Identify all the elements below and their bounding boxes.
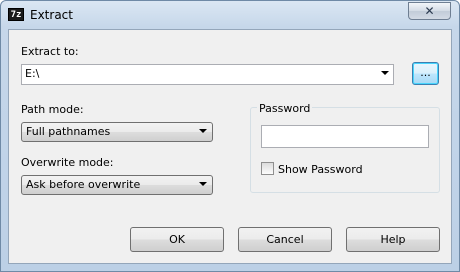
extract-dialog-window: 7z Extract ✕ Extract to: E:\ ... Path mo… — [0, 0, 460, 272]
ok-button[interactable]: OK — [130, 227, 224, 252]
extract-to-value: E:\ — [25, 67, 40, 80]
show-password-checkbox[interactable] — [261, 162, 274, 175]
path-mode-value: Full pathnames — [26, 125, 111, 138]
window-title: Extract — [30, 8, 73, 22]
browse-button-label: ... — [420, 66, 431, 79]
cancel-button-label: Cancel — [266, 233, 304, 246]
cancel-button[interactable]: Cancel — [238, 227, 332, 252]
password-groupbox — [250, 107, 440, 193]
title-bar[interactable]: 7z Extract ✕ — [1, 1, 459, 29]
dropdown-arrow-icon — [199, 182, 207, 186]
browse-button[interactable]: ... — [412, 62, 439, 85]
7zip-app-icon: 7z — [8, 8, 24, 21]
overwrite-mode-value: Ask before overwrite — [26, 178, 141, 191]
password-input[interactable] — [261, 125, 429, 148]
password-group-label: Password — [257, 102, 313, 115]
overwrite-mode-label: Overwrite mode: — [21, 156, 114, 169]
extract-to-combobox[interactable]: E:\ — [21, 64, 394, 85]
help-button-label: Help — [380, 233, 406, 246]
help-button[interactable]: Help — [346, 227, 440, 252]
ok-button-label: OK — [169, 233, 185, 246]
dialog-body: Extract to: E:\ ... Path mode: Full path… — [8, 29, 452, 264]
dropdown-arrow-icon — [199, 129, 207, 133]
path-mode-select[interactable]: Full pathnames — [21, 122, 213, 142]
show-password-label[interactable]: Show Password — [278, 163, 363, 176]
extract-to-label: Extract to: — [21, 45, 79, 58]
close-icon: ✕ — [424, 4, 435, 18]
dropdown-arrow-icon[interactable] — [381, 71, 389, 75]
path-mode-label: Path mode: — [21, 103, 84, 116]
close-button[interactable]: ✕ — [408, 2, 451, 20]
overwrite-mode-select[interactable]: Ask before overwrite — [21, 175, 213, 195]
